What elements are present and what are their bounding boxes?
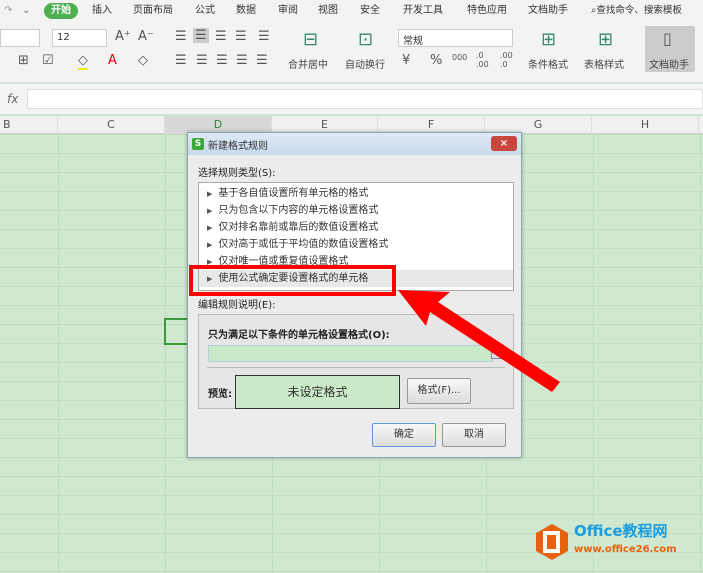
arrow-shape: [398, 290, 560, 392]
red-arrow-annotation: [398, 290, 560, 392]
conditional-format-button[interactable]: 条件格式: [528, 56, 568, 71]
tab-formulas[interactable]: 公式: [195, 4, 215, 18]
watermark-logo: Office教程网 www.office26.com: [534, 520, 694, 566]
dialog-title: 新建格式规则: [208, 140, 268, 152]
tab-special[interactable]: 特色应用: [467, 4, 507, 18]
align-right-icon[interactable]: ☰: [216, 53, 228, 68]
rule-type-label: 选择规则类型(S):: [198, 168, 276, 179]
watermark-brand: Office教程网: [574, 522, 668, 540]
border-icon[interactable]: ⊞: [18, 53, 29, 68]
font-size-select[interactable]: 12: [52, 29, 107, 47]
currency-icon[interactable]: ¥: [402, 53, 410, 68]
wrap-text-button[interactable]: 自动换行: [345, 56, 385, 71]
redo-icon[interactable]: ↷: [4, 4, 12, 18]
increase-decimal-icon[interactable]: .0.00: [476, 51, 489, 69]
edit-rule-label: 编辑规则说明(E):: [198, 300, 276, 311]
tab-view[interactable]: 视图: [318, 4, 338, 18]
expand-icon: ▶: [207, 224, 213, 232]
increase-font-icon[interactable]: A⁺: [115, 29, 131, 44]
tab-doc-helper[interactable]: 文档助手: [528, 4, 568, 18]
expand-icon: ▶: [207, 241, 213, 249]
column-header-c[interactable]: C: [58, 116, 165, 134]
cell-format-icon[interactable]: ☑: [42, 53, 54, 68]
tab-insert[interactable]: 插入: [92, 4, 112, 18]
align-bottom-icon[interactable]: ☰: [215, 29, 227, 44]
menu-tabs: ↷ ⌄ 开始 插入 页面布局 公式 数据 审阅 视图 安全 开发工具 特色应用 …: [0, 0, 703, 23]
preview-box: 未设定格式: [235, 375, 400, 409]
thousands-icon[interactable]: 000: [452, 53, 467, 62]
highlight-box: [189, 265, 396, 296]
indent-increase-icon[interactable]: ☰: [258, 29, 270, 44]
align-top-icon[interactable]: ☰: [175, 29, 187, 44]
decrease-decimal-icon[interactable]: .00.0: [500, 51, 513, 69]
merge-center-button[interactable]: 合并居中: [288, 56, 328, 71]
percent-icon[interactable]: %: [430, 53, 442, 68]
cancel-button[interactable]: 取消: [442, 423, 506, 447]
ribbon: 12 A⁺ A⁻ ⊞ ☑ ◇ A ◇ ☰ ☰ ☰ ☰ ☰ ☰ ☰ ☰ ☰ ☰ ⊟…: [0, 23, 703, 83]
tab-developer[interactable]: 开发工具: [403, 4, 443, 18]
condition-label: 只为满足以下条件的单元格设置格式(O):: [208, 330, 390, 341]
distribute-icon[interactable]: ☰: [256, 53, 268, 68]
expand-icon: ▶: [207, 207, 213, 215]
tab-home[interactable]: 开始: [44, 3, 78, 19]
align-center-icon[interactable]: ☰: [196, 53, 208, 68]
rule-item[interactable]: ▶ 仅对高于或低于平均值的数值设置格式: [199, 236, 513, 253]
indent-decrease-icon[interactable]: ☰: [235, 29, 247, 44]
rule-item[interactable]: ▶ 只为包含以下内容的单元格设置格式: [199, 202, 513, 219]
decrease-font-icon[interactable]: A⁻: [138, 29, 154, 44]
quick-access-dropdown-icon[interactable]: ⌄: [22, 4, 30, 18]
conditional-format-icon[interactable]: ⊞: [541, 29, 556, 50]
expand-icon: ▶: [207, 190, 213, 198]
column-header-h[interactable]: H: [592, 116, 699, 134]
number-format-select[interactable]: 常规: [398, 29, 513, 47]
column-header-b[interactable]: B: [0, 116, 58, 134]
ok-button[interactable]: 确定: [372, 423, 436, 447]
fill-color-icon[interactable]: ◇: [78, 53, 88, 70]
preview-label: 预览:: [208, 389, 232, 400]
office-logo-icon: [536, 524, 568, 560]
tab-review[interactable]: 审阅: [278, 4, 298, 18]
wrap-icon[interactable]: ⊡: [358, 29, 373, 50]
fx-icon[interactable]: fx: [7, 92, 18, 106]
tab-security[interactable]: 安全: [360, 4, 380, 18]
search-command[interactable]: ⌕查找命令、搜索模板: [591, 4, 682, 18]
tab-data[interactable]: 数据: [236, 4, 256, 18]
tab-page-layout[interactable]: 页面布局: [133, 4, 173, 18]
align-left-icon[interactable]: ☰: [175, 53, 187, 68]
justify-icon[interactable]: ☰: [236, 53, 248, 68]
table-style-button[interactable]: 表格样式: [584, 56, 624, 71]
table-style-icon[interactable]: ⊞: [598, 29, 613, 50]
font-name-select[interactable]: [0, 29, 40, 47]
close-button[interactable]: ×: [491, 136, 517, 151]
formula-input[interactable]: [27, 89, 703, 109]
rule-item[interactable]: ▶ 基于各自值设置所有单元格的格式: [199, 185, 513, 202]
align-middle-icon[interactable]: ☰: [193, 28, 209, 43]
merge-icon[interactable]: ⊟: [303, 29, 318, 50]
watermark-url: www.office26.com: [574, 544, 677, 555]
clear-icon[interactable]: ◇: [138, 53, 148, 68]
app-icon: S: [192, 138, 204, 150]
doc-helper-button[interactable]: ▯ 文档助手: [645, 26, 695, 72]
dialog-titlebar: S 新建格式规则 ×: [188, 133, 521, 155]
font-color-icon[interactable]: A: [108, 53, 117, 68]
doc-helper-icon: ▯: [663, 29, 672, 48]
rule-item[interactable]: ▶ 仅对排名靠前或靠后的数值设置格式: [199, 219, 513, 236]
